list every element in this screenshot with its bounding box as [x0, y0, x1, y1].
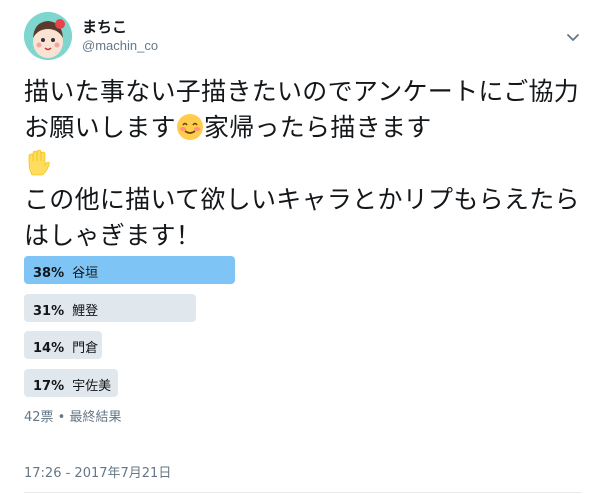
- poll-percent: 17%: [33, 378, 65, 394]
- poll-percent: 14%: [33, 341, 65, 356]
- tweet-text: 描いた事ない子描きたいのでアンケートにご協力お願いします 家帰ったら描きます こ…: [24, 74, 584, 254]
- poll-option: 17% 宇佐美: [24, 368, 584, 397]
- poll-percent: 38%: [33, 266, 65, 281]
- poll-option: 38% 谷垣: [24, 256, 584, 284]
- poll-choice-label: 鯉登: [72, 303, 99, 319]
- smiling-face-icon: [176, 114, 203, 140]
- tweet-paragraph-2: この他に描いて欲しいキャラとかリプもらえたらはしゃぎます！: [24, 185, 580, 250]
- raised-hand-icon: [28, 149, 50, 176]
- poll-meta: 42票 • 最終結果: [24, 410, 122, 425]
- poll-option: 14% 門倉: [24, 331, 584, 359]
- poll-percent: 31%: [33, 303, 65, 319]
- poll-option: 31% 鯉登: [24, 293, 584, 322]
- user-handle[interactable]: @machin_co: [82, 38, 158, 53]
- chevron-down-icon[interactable]: [566, 30, 580, 44]
- poll: 38% 谷垣 31% 鯉登 14% 門倉 17% 宇佐美: [24, 256, 584, 406]
- avatar[interactable]: [24, 12, 72, 60]
- tweet-timestamp[interactable]: 17:26 - 2017年7月21日: [24, 462, 171, 481]
- tweet-text-part2: 家帰ったら描きます: [203, 113, 432, 142]
- divider: [24, 492, 582, 493]
- poll-choice-label: 宇佐美: [72, 378, 112, 394]
- poll-choice-label: 谷垣: [72, 266, 99, 281]
- avatar-illustration-icon: [24, 12, 72, 60]
- tweet-header: まちこ @machin_co: [24, 12, 582, 62]
- display-name[interactable]: まちこ: [82, 16, 127, 37]
- tweet-paragraph-1: 描いた事ない子描きたいのでアンケートにご協力お願いします 家帰ったら描きます: [24, 74, 584, 182]
- poll-choice-label: 門倉: [72, 341, 99, 356]
